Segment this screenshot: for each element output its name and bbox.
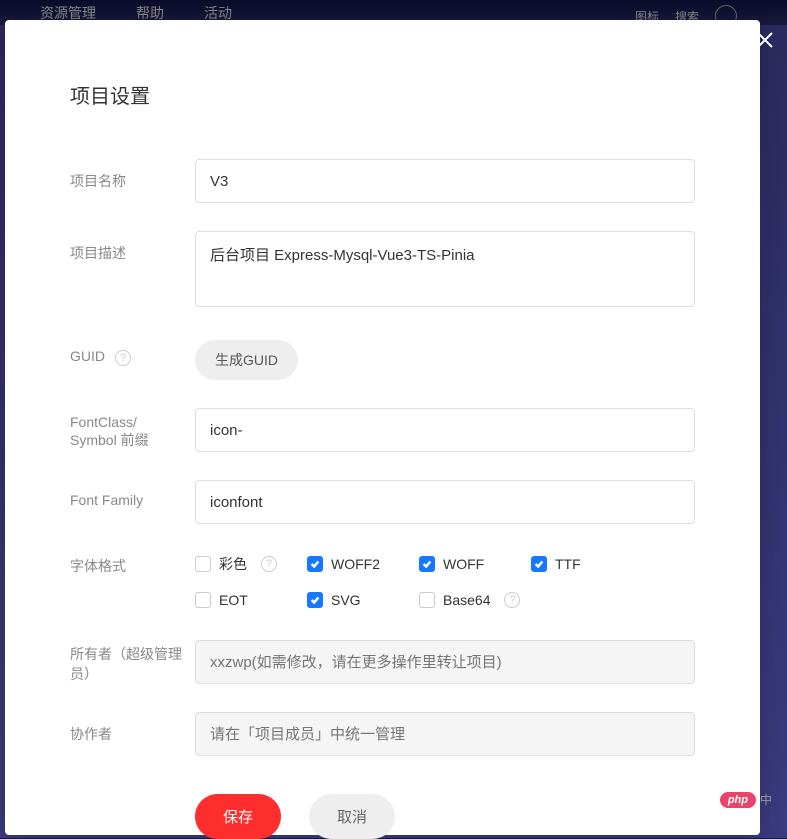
checkbox-woff2[interactable]: WOFF2 <box>307 554 419 574</box>
checkbox-box[interactable] <box>531 556 547 572</box>
checkbox-color[interactable]: 彩色 ? <box>195 554 307 574</box>
checkbox-box[interactable] <box>195 592 211 608</box>
row-collaborator: 协作者 <box>70 712 695 756</box>
label-project-name: 项目名称 <box>70 159 195 191</box>
help-icon[interactable]: ? <box>261 556 277 572</box>
label-project-desc: 项目描述 <box>70 231 195 263</box>
input-owner <box>195 640 695 684</box>
input-project-desc[interactable] <box>195 231 695 307</box>
row-guid: GUID ? 生成GUID <box>70 340 695 380</box>
watermark-badge: php 中 <box>720 791 772 808</box>
checkbox-box[interactable] <box>195 556 211 572</box>
checkbox-base64[interactable]: Base64 ? <box>419 592 531 608</box>
label-font-format: 字体格式 <box>70 552 195 576</box>
save-button[interactable]: 保存 <box>195 794 281 839</box>
project-settings-modal: 项目设置 项目名称 项目描述 GUID ? 生成GUID FontClass/ … <box>5 20 760 835</box>
input-prefix[interactable] <box>195 408 695 452</box>
label-owner: 所有者（超级管理员） <box>70 640 195 684</box>
generate-guid-button[interactable]: 生成GUID <box>195 340 298 380</box>
checkbox-eot[interactable]: EOT <box>195 592 307 608</box>
close-button[interactable] <box>753 28 777 52</box>
help-icon[interactable]: ? <box>115 350 131 366</box>
php-badge: php <box>720 792 756 808</box>
checkbox-ttf[interactable]: TTF <box>531 554 611 574</box>
close-icon <box>756 31 774 49</box>
cancel-button[interactable]: 取消 <box>309 794 395 839</box>
label-prefix: FontClass/ Symbol 前缀 <box>70 408 195 450</box>
checkbox-box[interactable] <box>419 556 435 572</box>
row-font-family: Font Family <box>70 480 695 524</box>
label-collaborator: 协作者 <box>70 712 195 744</box>
checkbox-box[interactable] <box>419 592 435 608</box>
checkbox-woff[interactable]: WOFF <box>419 554 531 574</box>
row-owner: 所有者（超级管理员） <box>70 640 695 684</box>
modal-actions: 保存 取消 <box>195 794 695 839</box>
row-project-desc: 项目描述 <box>70 231 695 312</box>
modal-title: 项目设置 <box>70 80 695 109</box>
label-font-family: Font Family <box>70 480 195 508</box>
checkbox-box[interactable] <box>307 592 323 608</box>
badge-text: 中 <box>760 791 772 808</box>
label-guid: GUID ? <box>70 340 195 366</box>
row-font-format: 字体格式 彩色 ? WOFF2 WOFF TTF <box>70 552 695 608</box>
checkbox-svg[interactable]: SVG <box>307 592 419 608</box>
input-collaborator <box>195 712 695 756</box>
row-prefix: FontClass/ Symbol 前缀 <box>70 408 695 452</box>
checkbox-box[interactable] <box>307 556 323 572</box>
input-project-name[interactable] <box>195 159 695 203</box>
input-font-family[interactable] <box>195 480 695 524</box>
row-project-name: 项目名称 <box>70 159 695 203</box>
font-format-options: 彩色 ? WOFF2 WOFF TTF EOT <box>195 552 695 608</box>
help-icon[interactable]: ? <box>504 592 520 608</box>
